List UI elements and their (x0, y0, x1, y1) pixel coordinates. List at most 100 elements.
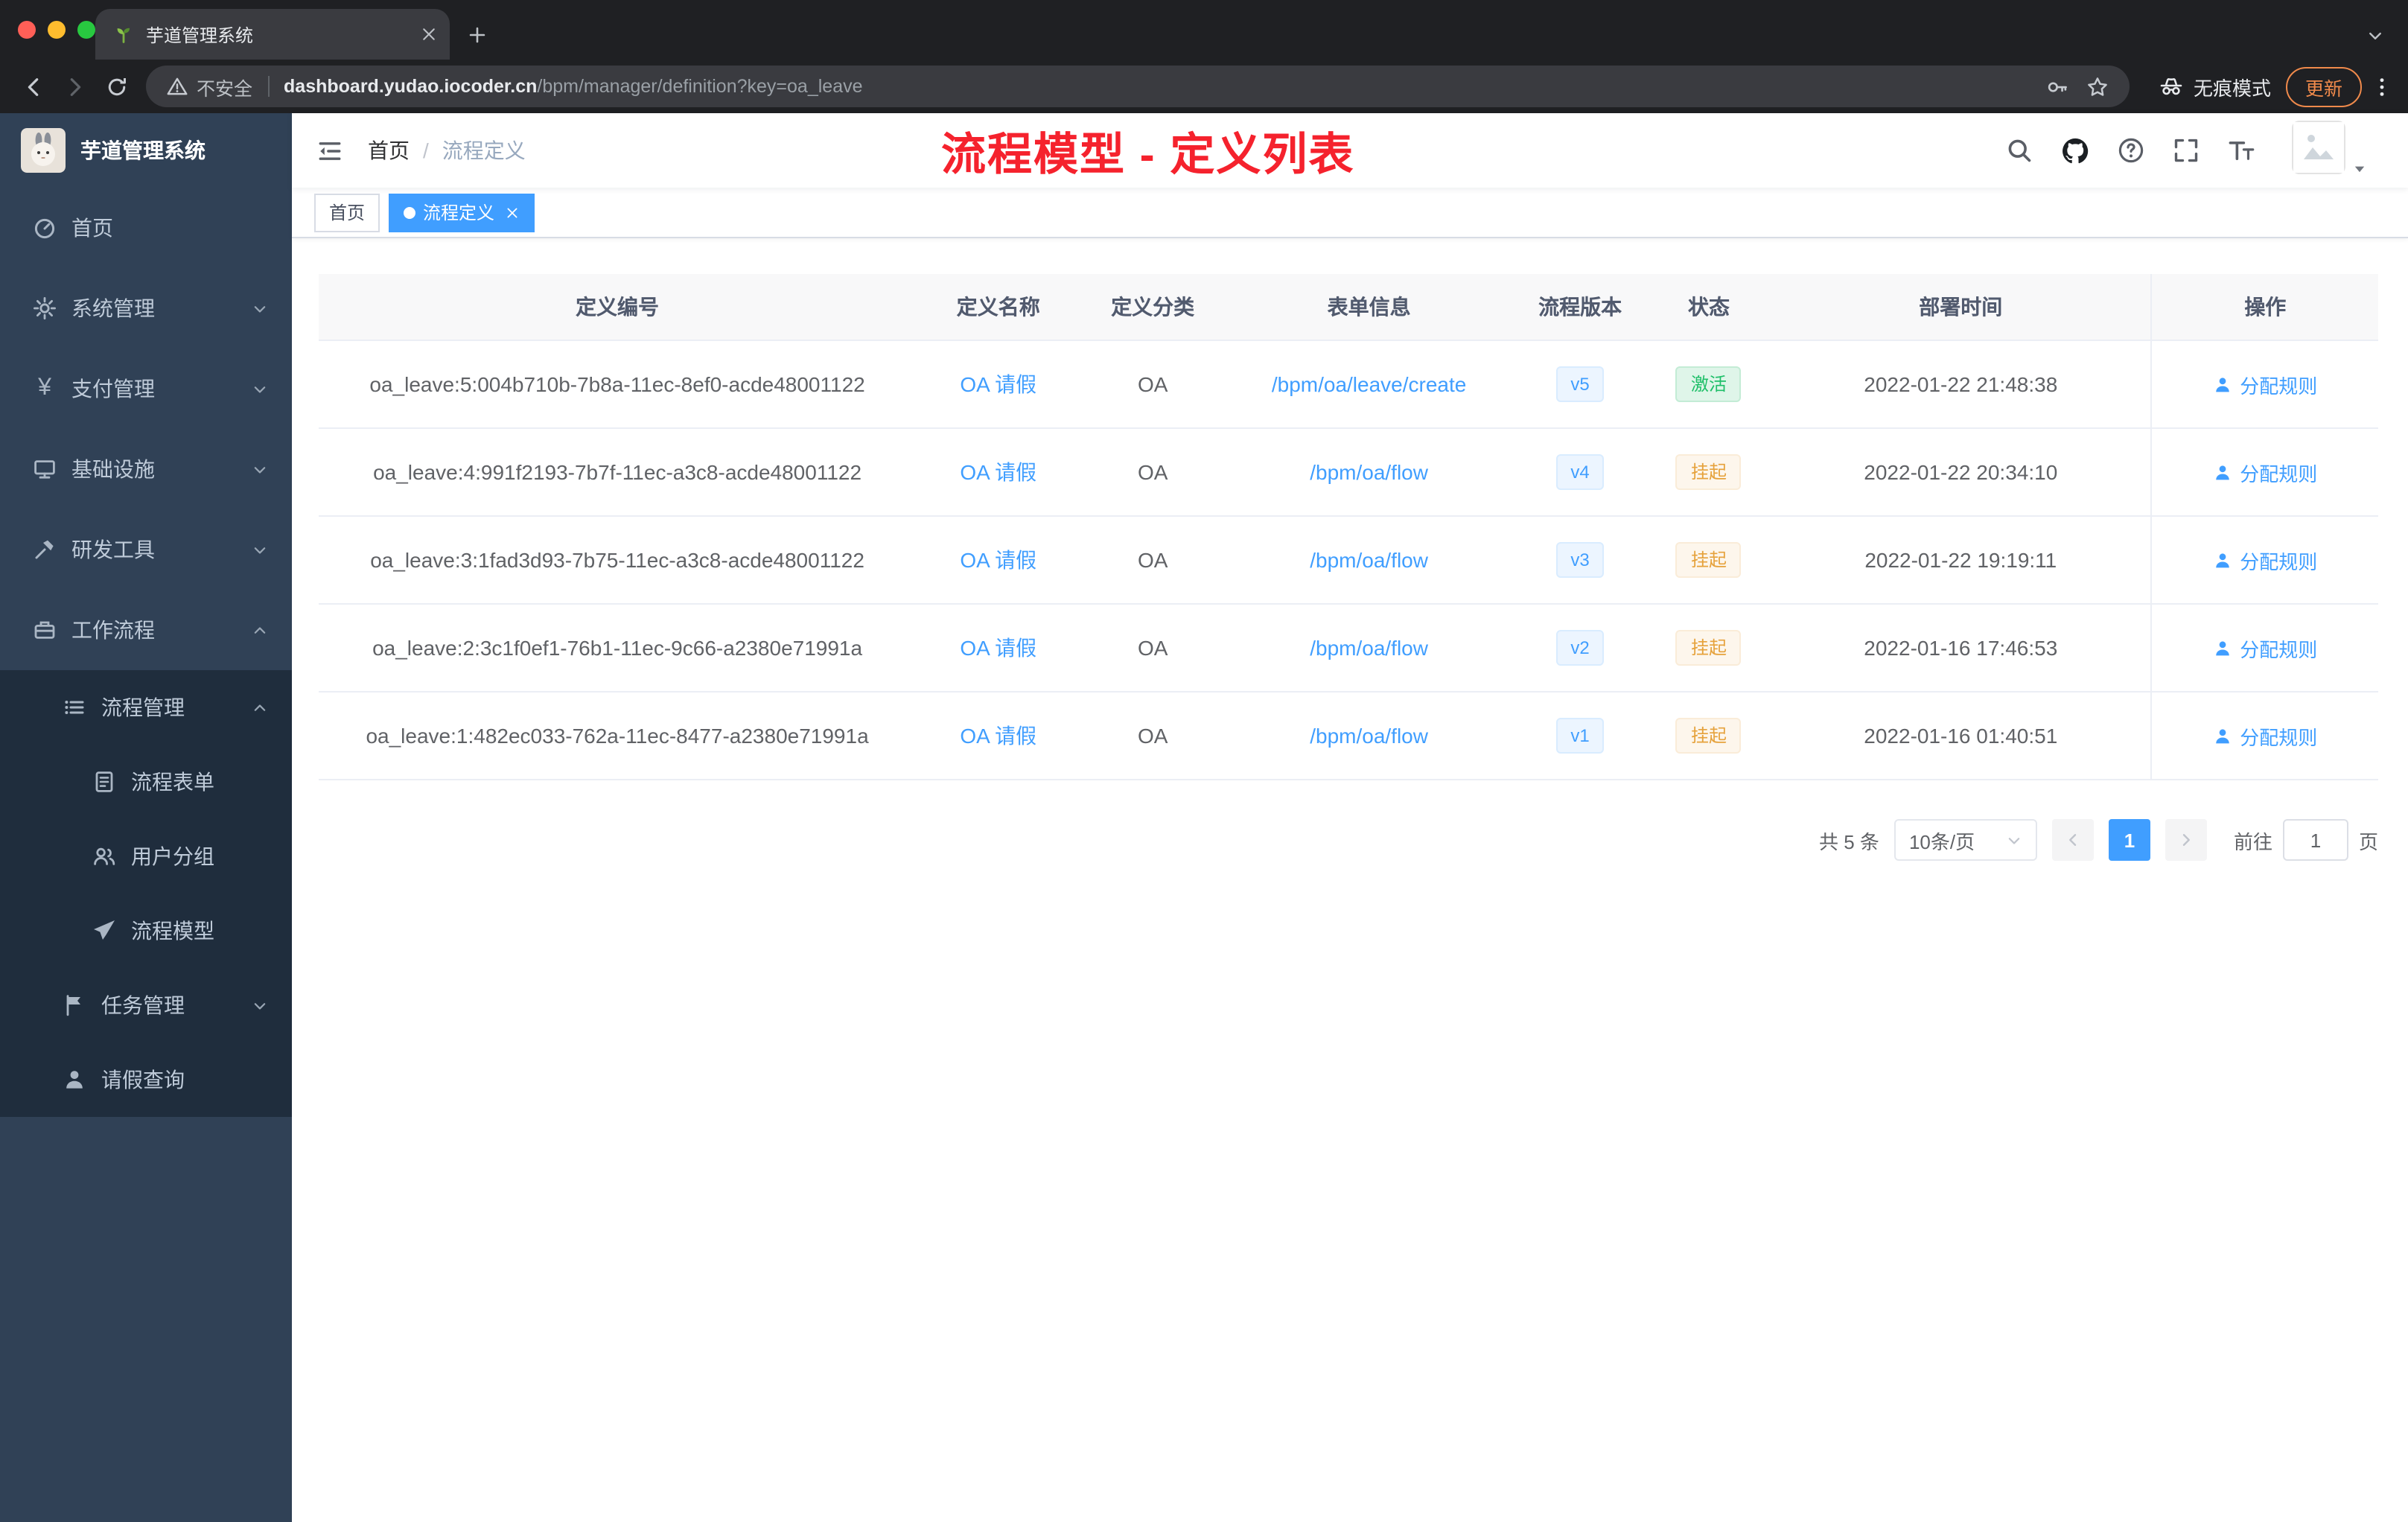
bookmark-star-icon[interactable] (2086, 75, 2109, 98)
help-icon[interactable] (2118, 137, 2144, 164)
sidebar-item[interactable]: 流程表单 (0, 745, 292, 819)
fullscreen-icon[interactable] (2173, 137, 2200, 164)
cell-status: 挂起 (1647, 516, 1771, 605)
form-link[interactable]: /bpm/oa/flow (1310, 548, 1428, 572)
definition-name-link[interactable]: OA 请假 (960, 460, 1036, 484)
sidebar-item[interactable]: 工作流程 (0, 590, 292, 670)
sidebar-item[interactable]: 请假查询 (0, 1042, 292, 1117)
update-button[interactable]: 更新 (2285, 66, 2362, 106)
status-badge: 激活 (1675, 366, 1742, 402)
zoom-window-button[interactable] (77, 21, 95, 39)
cell-definition-id: oa_leave:2:3c1f0ef1-76b1-11ec-9c66-a2380… (319, 604, 917, 692)
form-icon (92, 770, 116, 794)
new-tab-button[interactable] (456, 13, 497, 55)
logo-title: 芋道管理系统 (80, 138, 206, 162)
page-size-select[interactable]: 10条/页 (1893, 819, 2037, 861)
sidebar-item[interactable]: 用户分组 (0, 819, 292, 894)
chevron-up-icon (252, 622, 268, 638)
chevron-left-icon (2064, 831, 2082, 849)
column-header: 状态 (1647, 274, 1771, 341)
sidebar-item[interactable]: 流程管理 (0, 670, 292, 745)
sidebar-item[interactable]: 研发工具 (0, 509, 292, 590)
url-domain: dashboard.yudao.iocoder.cn (284, 76, 538, 97)
address-bar[interactable]: 不安全 dashboard.yudao.iocoder.cn/bpm/manag… (146, 66, 2130, 107)
sidebar-item[interactable]: ¥ 支付管理 (0, 348, 292, 429)
form-link[interactable]: /bpm/oa/flow (1310, 636, 1428, 660)
cell-definition-id: oa_leave:1:482ec033-762a-11ec-8477-a2380… (319, 692, 917, 780)
sidebar-item[interactable]: 基础设施 (0, 429, 292, 509)
column-header: 部署时间 (1770, 274, 2152, 341)
page-number-button[interactable]: 1 (2108, 819, 2150, 861)
user-icon (2213, 462, 2232, 482)
cell-definition-id: oa_leave:3:1fad3d93-7b75-11ec-a3c8-acde4… (319, 516, 917, 605)
sidebar-item[interactable]: 首页 (0, 188, 292, 268)
tab-search-button[interactable] (2366, 27, 2384, 45)
sidebar-item[interactable]: 系统管理 (0, 268, 292, 348)
form-link[interactable]: /bpm/oa/flow (1310, 724, 1428, 748)
status-badge: 挂起 (1675, 718, 1742, 754)
form-link[interactable]: /bpm/oa/flow (1310, 460, 1428, 484)
cell-status: 挂起 (1647, 604, 1771, 692)
sidebar-item[interactable]: 任务管理 (0, 968, 292, 1042)
assign-rule-link[interactable]: 分配规则 (2213, 546, 2317, 574)
cell-form: /bpm/oa/leave/create (1225, 340, 1514, 429)
cell-status: 挂起 (1647, 428, 1771, 517)
definition-name-link[interactable]: OA 请假 (960, 372, 1036, 396)
breadcrumb-home[interactable]: 首页 (368, 136, 410, 165)
top-navbar: 首页 / 流程定义 流程模型 - 定义列表 (292, 113, 2408, 188)
search-icon[interactable] (2006, 137, 2033, 164)
cell-version: v4 (1513, 428, 1647, 517)
tab-close-icon[interactable] (420, 25, 438, 43)
definition-name-link[interactable]: OA 请假 (960, 724, 1036, 748)
cell-definition-id: oa_leave:5:004b710b-7b8a-11ec-8ef0-acde4… (319, 340, 917, 429)
cell-definition-name: OA 请假 (916, 604, 1081, 692)
cell-version: v2 (1513, 604, 1647, 692)
logo-image (21, 128, 66, 173)
definition-name-link[interactable]: OA 请假 (960, 636, 1036, 660)
assign-rule-label: 分配规则 (2240, 375, 2318, 397)
cell-action: 分配规则 (2150, 516, 2378, 605)
assign-rule-link[interactable]: 分配规则 (2213, 722, 2317, 750)
github-icon[interactable] (2061, 136, 2089, 165)
browser-menu-button[interactable] (2371, 75, 2393, 98)
assign-rule-link[interactable]: 分配规则 (2213, 370, 2317, 398)
cell-definition-name: OA 请假 (916, 340, 1081, 429)
cell-definition-name: OA 请假 (916, 692, 1081, 780)
cell-category: OA (1080, 340, 1225, 429)
menu-fold-button[interactable] (292, 138, 368, 163)
tag-active[interactable]: 流程定义 (389, 193, 535, 232)
back-button[interactable] (12, 66, 54, 107)
form-link[interactable]: /bpm/oa/leave/create (1272, 372, 1467, 396)
assign-rule-link[interactable]: 分配规则 (2213, 458, 2317, 486)
browser-tab[interactable]: 芋道管理系统 (95, 9, 450, 60)
next-page-button[interactable] (2165, 819, 2207, 861)
cell-version: v5 (1513, 340, 1647, 429)
breadcrumb: 首页 / 流程定义 (368, 136, 526, 165)
cell-version: v3 (1513, 516, 1647, 605)
user-avatar[interactable] (2292, 120, 2365, 181)
chevron-down-icon (252, 380, 268, 397)
table-row: oa_leave:1:482ec033-762a-11ec-8477-a2380… (319, 692, 2378, 780)
tags-bar: 首页 流程定义 (292, 188, 2408, 238)
close-icon[interactable] (505, 205, 520, 220)
assign-rule-link[interactable]: 分配规则 (2213, 634, 2317, 662)
forward-button[interactable] (54, 66, 95, 107)
cell-form: /bpm/oa/flow (1225, 692, 1514, 780)
goto-page-input[interactable] (2282, 819, 2348, 861)
password-key-icon[interactable] (2046, 75, 2068, 98)
reload-button[interactable] (95, 66, 137, 107)
tag-item[interactable]: 首页 (314, 193, 380, 232)
minimize-window-button[interactable] (48, 21, 66, 39)
cell-action: 分配规则 (2150, 692, 2378, 780)
definition-name-link[interactable]: OA 请假 (960, 548, 1036, 572)
tag-dot (404, 206, 416, 218)
close-window-button[interactable] (18, 21, 36, 39)
sidebar-item[interactable]: 流程模型 (0, 894, 292, 968)
definitions-table: 定义编号 定义名称 定义分类 表单信息 流程版本 状态 部署时间 操作 oa_leave:5:… (319, 274, 2378, 780)
gear-icon (33, 296, 57, 320)
chevron-down-icon (252, 461, 268, 477)
prev-page-button[interactable] (2051, 819, 2094, 861)
font-size-icon[interactable] (2228, 137, 2255, 164)
sidebar-item-label: 系统管理 (71, 296, 155, 320)
sidebar-logo[interactable]: 芋道管理系统 (0, 113, 292, 188)
